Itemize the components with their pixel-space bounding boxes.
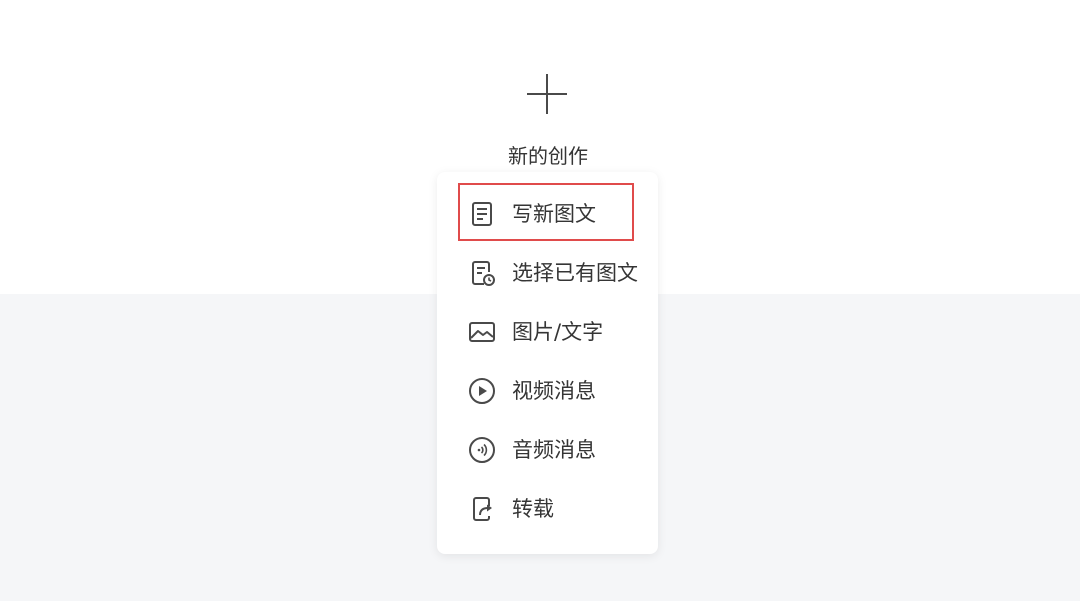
menu-item-label: 转载 xyxy=(512,497,554,521)
menu-item-label: 选择已有图文 xyxy=(512,261,638,285)
menu-item-repost[interactable]: 转载 xyxy=(437,480,658,539)
image-icon xyxy=(468,318,496,346)
new-creation-label: 新的创作 xyxy=(508,144,588,168)
menu-item-audio-message[interactable]: 音频消息 xyxy=(437,421,658,480)
menu-item-label: 图片/文字 xyxy=(512,320,604,344)
menu-item-select-existing-article[interactable]: 选择已有图文 xyxy=(437,244,658,303)
document-icon xyxy=(468,200,496,228)
new-creation-button[interactable]: 新的创作 xyxy=(468,62,628,172)
document-clock-icon xyxy=(468,259,496,287)
repost-icon xyxy=(468,495,496,523)
menu-item-write-new-article[interactable]: 写新图文 xyxy=(437,185,658,244)
menu-item-label: 音频消息 xyxy=(512,438,596,462)
menu-item-label: 写新图文 xyxy=(512,202,596,226)
menu-item-label: 视频消息 xyxy=(512,379,596,403)
audio-circle-icon xyxy=(468,436,496,464)
play-circle-icon xyxy=(468,377,496,405)
plus-icon xyxy=(527,74,567,114)
menu-item-image-text[interactable]: 图片/文字 xyxy=(437,303,658,362)
creation-menu: 写新图文 选择已有图文 图片/文字 视频消息 音频消息 转载 xyxy=(437,172,658,554)
menu-item-video-message[interactable]: 视频消息 xyxy=(437,362,658,421)
